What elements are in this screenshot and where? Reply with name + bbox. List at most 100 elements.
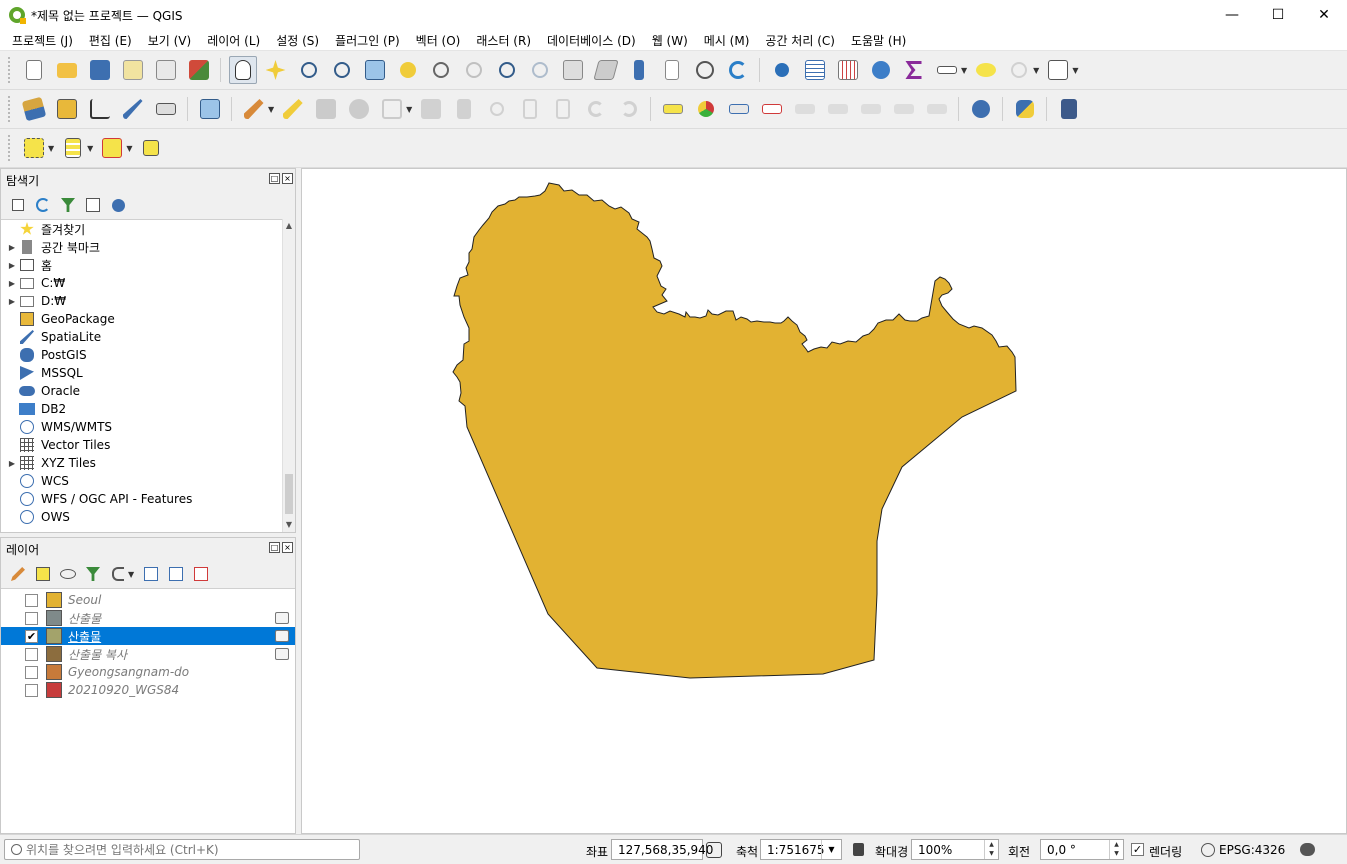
locator-search-input[interactable] — [22, 841, 342, 858]
magnifier-spinbox[interactable]: 100% ▲ ▼ — [911, 839, 999, 860]
layer-visibility-checkbox[interactable]: ✔ — [25, 629, 38, 643]
layer-symbol-swatch[interactable] — [46, 664, 62, 680]
map-polygon-feature[interactable] — [452, 182, 1017, 679]
menu-settings[interactable]: 설정 (S) — [268, 32, 327, 49]
rotation-spinbox[interactable]: 0,0 ° ▲ ▼ — [1040, 839, 1124, 860]
open-layer-styling-button[interactable] — [9, 565, 27, 583]
memory-layer-icon[interactable] — [275, 630, 289, 642]
save-project-button[interactable] — [86, 56, 114, 84]
locator-search-box[interactable] — [4, 839, 360, 860]
text-annotation-button[interactable] — [1044, 56, 1072, 84]
menu-view[interactable]: 보기 (V) — [140, 32, 199, 49]
browser-item[interactable]: ▶ D:₩ — [1, 292, 282, 310]
vertex-tool-button[interactable] — [378, 95, 406, 123]
browser-item[interactable]: PostGIS — [1, 346, 282, 364]
float-panel-button[interactable]: □ — [269, 173, 280, 184]
layer-symbol-swatch[interactable] — [46, 682, 62, 698]
map-tips-button[interactable] — [972, 56, 1000, 84]
expand-arrow-icon[interactable]: ▶ — [5, 297, 19, 306]
deselect-dropdown[interactable]: ▼ — [126, 144, 132, 153]
open-project-button[interactable] — [53, 56, 81, 84]
select-by-value-button[interactable] — [59, 134, 87, 162]
show-bookmarks-button[interactable] — [658, 56, 686, 84]
browser-item[interactable]: WFS / OGC API - Features — [1, 490, 282, 508]
toolbar-grip[interactable] — [8, 57, 12, 83]
menu-web[interactable]: 웹 (W) — [644, 32, 696, 49]
scroll-thumb[interactable] — [285, 474, 293, 514]
modify-attributes-button[interactable] — [417, 95, 445, 123]
messages-icon[interactable] — [1300, 843, 1315, 856]
expression-dropdown[interactable]: ▼ — [128, 570, 134, 579]
scroll-up-arrow[interactable]: ▲ — [283, 219, 295, 233]
menu-raster[interactable]: 래스터 (R) — [468, 32, 539, 49]
browser-item[interactable]: MSSQL — [1, 364, 282, 382]
browser-item[interactable]: Vector Tiles — [1, 436, 282, 454]
label-properties-button[interactable] — [923, 95, 951, 123]
refresh-button[interactable] — [724, 56, 752, 84]
measure-line-button[interactable] — [933, 56, 961, 84]
close-panel-button[interactable]: × — [282, 173, 293, 184]
filter-by-expression-button[interactable] — [109, 565, 127, 583]
zoom-in-button[interactable] — [295, 56, 323, 84]
menu-plugins[interactable]: 플러그인 (P) — [327, 32, 408, 49]
toolbar-grip[interactable] — [8, 135, 12, 161]
new-project-button[interactable] — [20, 56, 48, 84]
menu-processing[interactable]: 공간 처리 (C) — [757, 32, 843, 49]
manage-map-themes-button[interactable] — [59, 565, 77, 583]
menu-project[interactable]: 프로젝트 (J) — [4, 32, 81, 49]
vector-layer-button[interactable] — [196, 95, 224, 123]
expand-arrow-icon[interactable]: ▶ — [5, 459, 19, 468]
quickmapservices-button[interactable] — [967, 95, 995, 123]
layer-visibility-checkbox[interactable] — [25, 593, 38, 607]
coordinate-field[interactable]: 127,568,35,940 — [611, 839, 713, 860]
temporal-controller-button[interactable] — [691, 56, 719, 84]
new-spatialite-layer-button[interactable] — [119, 95, 147, 123]
expand-arrow-icon[interactable]: ▶ — [5, 261, 19, 270]
field-calculator-button[interactable] — [834, 56, 862, 84]
expand-arrow-icon[interactable]: ▶ — [5, 243, 19, 252]
menu-database[interactable]: 데이터베이스 (D) — [539, 32, 644, 49]
filter-browser-button[interactable] — [59, 196, 77, 214]
change-label-button[interactable] — [890, 95, 918, 123]
new-bookmark-button[interactable] — [625, 56, 653, 84]
processing-toolbox-button[interactable] — [867, 56, 895, 84]
cut-features-button[interactable] — [483, 95, 511, 123]
new-virtual-layer-button[interactable] — [152, 95, 180, 123]
layer-item[interactable]: Gyeongsangnam-do — [1, 663, 295, 681]
paste-features-button[interactable] — [549, 95, 577, 123]
browser-item[interactable]: OWS — [1, 508, 282, 526]
browser-scrollbar[interactable]: ▲ ▼ — [282, 219, 295, 532]
save-layer-edits-button[interactable] — [312, 95, 340, 123]
vertex-dropdown-arrow[interactable]: ▼ — [406, 105, 412, 114]
layer-symbol-swatch[interactable] — [46, 592, 62, 608]
scale-combobox[interactable]: 1:751675 ▼ — [760, 839, 842, 860]
move-label-button[interactable] — [824, 95, 852, 123]
close-panel-button[interactable]: × — [282, 542, 293, 553]
browser-item[interactable]: ▶ XYZ Tiles — [1, 454, 282, 472]
current-edits-button[interactable] — [240, 95, 268, 123]
menu-vector[interactable]: 벡터 (O) — [408, 32, 469, 49]
browser-item[interactable]: ▶ 공간 북마크 — [1, 238, 282, 256]
maximize-button[interactable]: ☐ — [1255, 0, 1301, 30]
zoom-full-button[interactable] — [361, 56, 389, 84]
new-shapefile-layer-button[interactable] — [86, 95, 114, 123]
layer-visibility-checkbox[interactable] — [25, 647, 38, 661]
undo-button[interactable] — [582, 95, 610, 123]
layer-visibility-checkbox[interactable] — [25, 683, 38, 697]
new-map-view-button[interactable] — [559, 56, 587, 84]
expand-arrow-icon[interactable]: ▶ — [5, 279, 19, 288]
rotation-spin-arrows[interactable]: ▲ ▼ — [1109, 840, 1123, 859]
browser-item[interactable]: SpatiaLite — [1, 328, 282, 346]
menu-help[interactable]: 도움말 (H) — [843, 32, 914, 49]
select-dropdown-arrow[interactable]: ▼ — [1033, 66, 1039, 75]
style-manager-button[interactable] — [185, 56, 213, 84]
zoom-native-button[interactable] — [460, 56, 488, 84]
render-checkbox[interactable]: ✓ — [1131, 843, 1144, 856]
browser-item[interactable]: GeoPackage — [1, 310, 282, 328]
menu-mesh[interactable]: 메시 (M) — [696, 32, 758, 49]
close-button[interactable]: ✕ — [1301, 0, 1347, 30]
layer-labeling-options-button[interactable] — [659, 95, 687, 123]
statistical-summary-button[interactable] — [900, 56, 928, 84]
new-print-layout-button[interactable] — [119, 56, 147, 84]
browser-item[interactable]: WMS/WMTS — [1, 418, 282, 436]
